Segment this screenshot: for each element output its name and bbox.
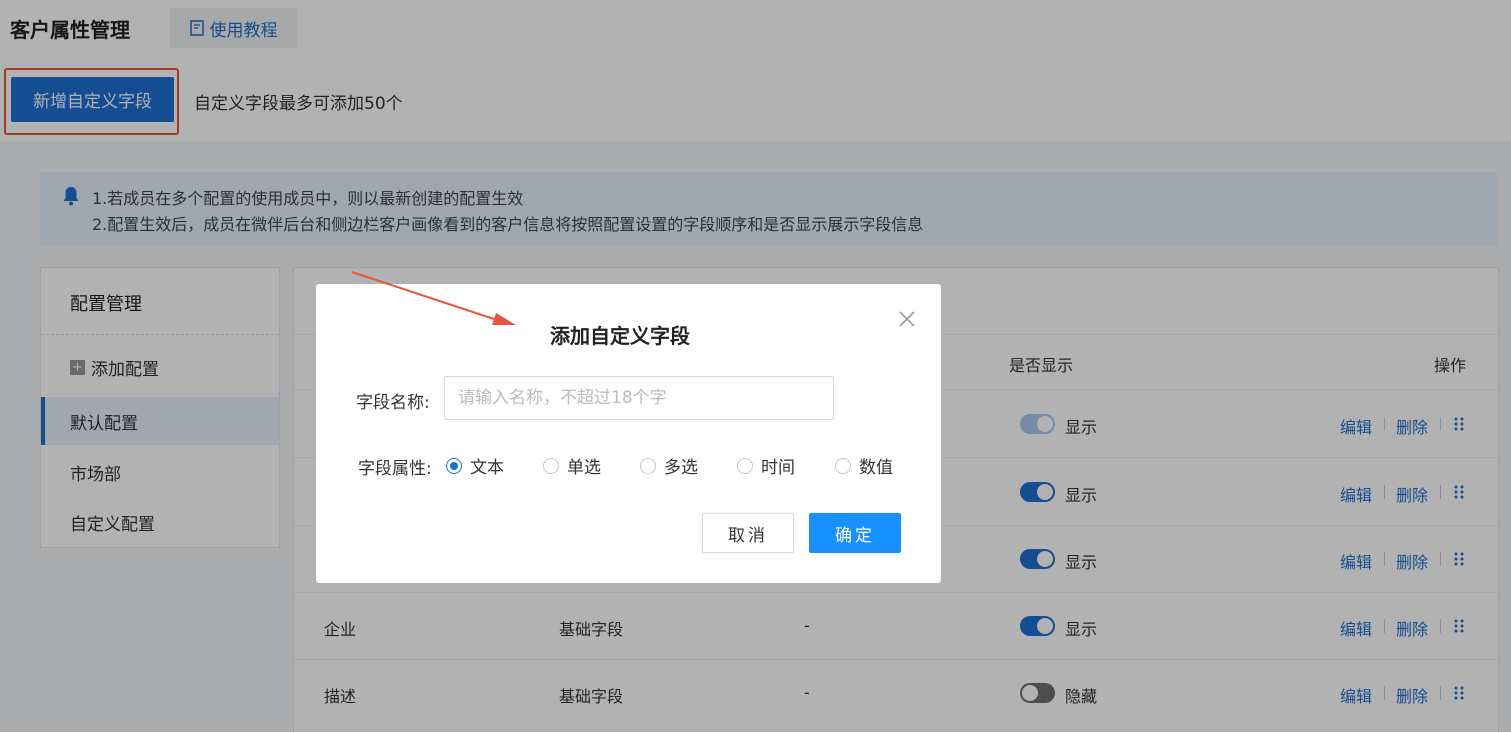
confirm-button[interactable]: 确定	[809, 513, 901, 553]
radio-option-text[interactable]: 文本	[446, 453, 504, 478]
radio-option-single[interactable]: 单选	[543, 453, 601, 478]
radio-circle	[543, 457, 559, 474]
radio-label: 单选	[567, 458, 601, 478]
radio-circle	[640, 457, 656, 474]
field-attr-label: 字段属性:	[358, 459, 432, 479]
radio-circle	[446, 457, 462, 474]
field-name-label: 字段名称:	[356, 393, 430, 413]
radio-label: 多选	[664, 458, 698, 478]
radio-label: 文本	[470, 458, 504, 478]
radio-option-time[interactable]: 时间	[737, 453, 795, 478]
radio-circle	[835, 457, 851, 474]
close-icon[interactable]	[897, 309, 917, 329]
cancel-button[interactable]: 取消	[702, 513, 794, 553]
radio-label: 时间	[761, 458, 795, 478]
modal-title: 添加自定义字段	[550, 324, 690, 348]
radio-circle	[737, 457, 753, 474]
radio-label: 数值	[859, 458, 893, 478]
radio-option-multi[interactable]: 多选	[640, 453, 698, 478]
field-name-input[interactable]	[444, 376, 834, 420]
radio-option-number[interactable]: 数值	[835, 453, 893, 478]
